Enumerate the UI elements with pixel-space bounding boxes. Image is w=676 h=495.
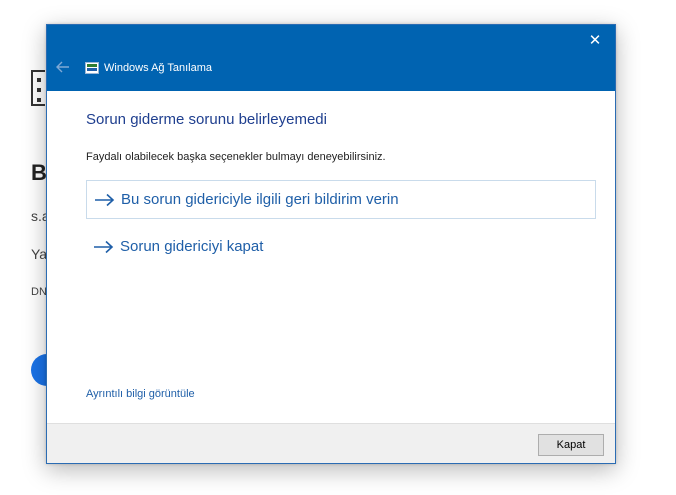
title-bar[interactable]: ✕ Windows Ağ Tanılama xyxy=(47,25,615,91)
background-text-line: DN xyxy=(31,286,47,298)
instruction-text: Faydalı olabilecek başka seçenekler bulm… xyxy=(86,151,386,163)
dialog-footer: Kapat xyxy=(47,423,615,463)
background-heading: B xyxy=(31,160,47,185)
network-diagnostics-dialog: ✕ Windows Ağ Tanılama Sorun giderme soru… xyxy=(46,24,616,464)
page-title: Sorun giderme sorunu belirleyemedi xyxy=(86,111,327,128)
arrow-right-icon xyxy=(95,193,115,206)
arrow-right-icon xyxy=(94,240,114,253)
window-title: Windows Ağ Tanılama xyxy=(104,62,213,74)
close-button[interactable]: Kapat xyxy=(538,434,604,456)
close-window-button[interactable]: ✕ xyxy=(581,29,609,53)
page-error-icon xyxy=(31,70,45,106)
close-troubleshooter-option-link[interactable]: Sorun gidericiyi kapat xyxy=(86,227,596,266)
view-detailed-info-link[interactable]: Ayrıntılı bilgi görüntüle xyxy=(86,388,195,400)
background-text-line: Ya xyxy=(31,246,48,262)
option-label: Sorun gidericiyi kapat xyxy=(120,238,264,255)
dialog-content: Sorun giderme sorunu belirleyemedi Fayda… xyxy=(47,91,615,423)
feedback-option-link[interactable]: Bu sorun gidericiyle ilgili geri bildiri… xyxy=(86,180,596,219)
option-label: Bu sorun gidericiyle ilgili geri bildiri… xyxy=(121,191,399,208)
network-diagnostics-app-icon xyxy=(85,62,99,74)
back-arrow-icon[interactable] xyxy=(55,59,71,75)
